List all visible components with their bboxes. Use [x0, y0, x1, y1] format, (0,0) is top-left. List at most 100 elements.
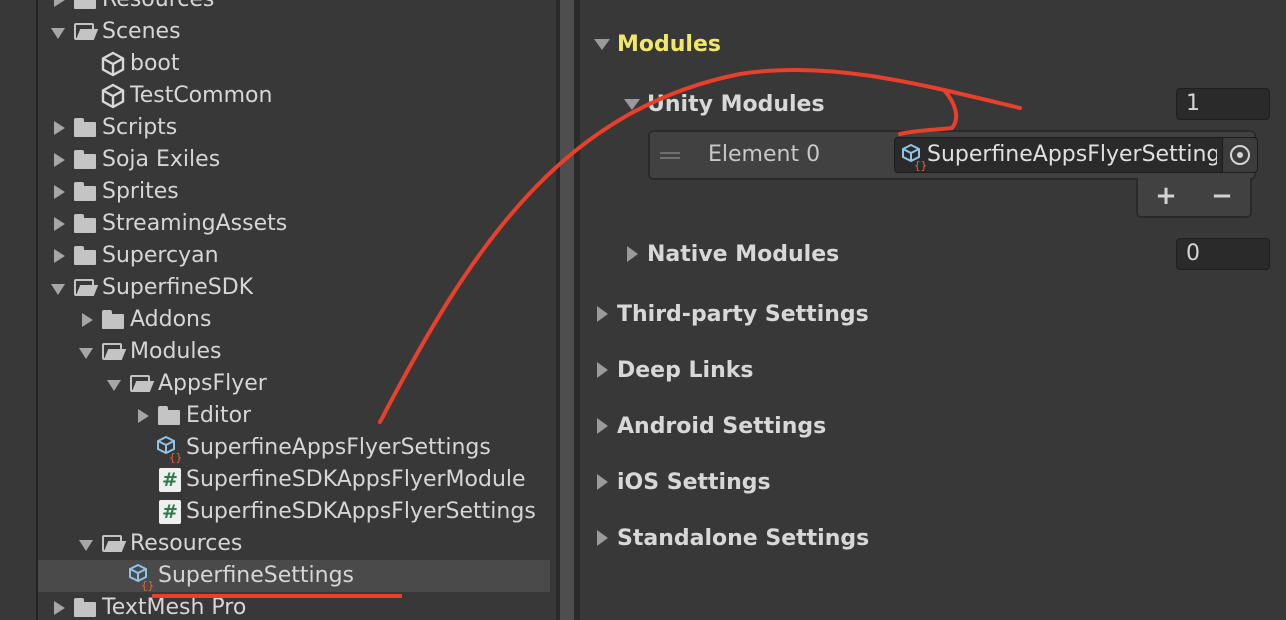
tree-item-boot[interactable]: boot [38, 48, 550, 80]
standalone-settings-label: Standalone Settings [617, 525, 870, 551]
tree-item-label: SuperfineAppsFlyerSettings [186, 435, 491, 460]
native-modules-size-field[interactable]: 0 [1176, 238, 1270, 270]
collapsed-arrow-icon [594, 408, 612, 444]
expanded-arrow-icon[interactable] [48, 16, 72, 48]
expanded-arrow-icon[interactable] [48, 272, 72, 304]
folder-closed-icon [72, 240, 100, 272]
expanded-arrow-icon [594, 26, 612, 62]
collapsed-arrow-icon [594, 352, 612, 388]
tree-item-label: SuperfineSDK [102, 275, 254, 300]
panel-divider [578, 0, 580, 620]
tree-item-superfinesettings[interactable]: {} SuperfineSettings [38, 560, 550, 592]
deep-links-label: Deep Links [617, 357, 754, 383]
element-0-value: SuperfineAppsFlyerSettings [927, 142, 1217, 167]
scriptable-object-icon: {} [128, 560, 156, 592]
collapsed-arrow-icon[interactable] [132, 400, 156, 432]
add-element-button[interactable]: + [1138, 178, 1194, 216]
collapsed-arrow-icon[interactable] [48, 176, 72, 208]
tree-indent [38, 336, 100, 368]
expanded-arrow-icon[interactable] [76, 528, 100, 560]
tree-item-superfinesdkappsflyersettings[interactable]: SuperfineSDKAppsFlyerSettings [38, 496, 550, 528]
tree-item-soja-exiles[interactable]: Soja Exiles [38, 144, 550, 176]
tree-item-superfinesdk[interactable]: SuperfineSDK [38, 272, 550, 304]
expanded-arrow-icon[interactable] [104, 368, 128, 400]
deep-links-foldout[interactable]: Deep Links [594, 352, 753, 388]
collapsed-arrow-icon[interactable] [48, 208, 72, 240]
element-0-label: Element 0 [708, 142, 821, 167]
tree-item-label: StreamingAssets [102, 211, 288, 236]
expanded-arrow-icon[interactable] [76, 336, 100, 368]
folder-closed-icon [100, 304, 128, 336]
project-panel: Resources Scenes boot TestCommon Scripts Soja… [0, 0, 556, 620]
object-picker-icon[interactable] [1222, 138, 1257, 172]
tree-item-label: AppsFlyer [158, 371, 267, 396]
unity-modules-list: Element 0 {} SuperfineAppsFlyerSettings [648, 130, 1258, 180]
collapsed-arrow-icon [594, 464, 612, 500]
folder-open-icon [100, 336, 128, 368]
android-settings-label: Android Settings [617, 413, 827, 439]
remove-element-button[interactable]: − [1194, 178, 1250, 216]
collapsed-arrow-icon[interactable] [76, 304, 100, 336]
vertical-scrollbar[interactable] [556, 0, 578, 620]
tree-item-superfineappsflyersettings[interactable]: {} SuperfineAppsFlyerSettings [38, 432, 550, 464]
collapsed-arrow-icon[interactable] [48, 240, 72, 272]
folder-open-icon [72, 272, 100, 304]
android-settings-foldout[interactable]: Android Settings [594, 408, 826, 444]
scriptable-object-icon: {} [901, 140, 927, 172]
unity-modules-size-field[interactable]: 1 [1176, 88, 1270, 120]
svg-text:{}: {} [914, 159, 927, 171]
modules-foldout[interactable]: Modules [594, 26, 721, 62]
tree-item-label: Sprites [102, 179, 179, 204]
modules-label: Modules [617, 31, 721, 57]
annotation-underline [152, 594, 402, 598]
inspector-panel: Modules Unity Modules 1 Element 0 {} Sup… [578, 0, 1286, 620]
collapsed-arrow-icon[interactable] [48, 112, 72, 144]
tree-item-scripts[interactable]: Scripts [38, 112, 550, 144]
tree-item-supercyan[interactable]: Supercyan [38, 240, 550, 272]
csharp-script-icon [156, 496, 184, 528]
tree-item-scenes[interactable]: Scenes [38, 16, 550, 48]
tree-item-editor[interactable]: Editor [38, 400, 550, 432]
tree-item-testcommon[interactable]: TestCommon [38, 80, 550, 112]
svg-text:{}: {} [169, 451, 182, 463]
native-modules-foldout[interactable]: Native Modules [624, 236, 839, 272]
folder-closed-icon [156, 400, 184, 432]
tree-item-sprites[interactable]: Sprites [38, 176, 550, 208]
tree-item-resources-2[interactable]: Resources [38, 528, 550, 560]
folder-closed-icon [72, 208, 100, 240]
scriptable-object-icon: {} [156, 432, 184, 464]
unity-modules-foldout[interactable]: Unity Modules [624, 86, 825, 122]
tree-item-superfinesdkappsflyermodule[interactable]: SuperfineSDKAppsFlyerModule [38, 464, 550, 496]
tree-indent [38, 176, 72, 208]
folder-closed-icon [72, 592, 100, 620]
collapsed-arrow-icon [624, 236, 642, 272]
element-0-object-field[interactable]: {} SuperfineAppsFlyerSettings [894, 137, 1258, 173]
tree-indent [38, 0, 72, 16]
tree-item-modules[interactable]: Modules [38, 336, 550, 368]
collapsed-arrow-icon[interactable] [48, 0, 72, 16]
tree-indent [38, 368, 128, 400]
csharp-script-icon [156, 464, 184, 496]
tree-item-label: SuperfineSettings [158, 563, 355, 588]
tree-item-streamingassets[interactable]: StreamingAssets [38, 208, 550, 240]
tree-item-label: boot [130, 51, 180, 76]
drag-handle-icon[interactable] [660, 152, 680, 159]
third-party-settings-foldout[interactable]: Third-party Settings [594, 296, 869, 332]
native-modules-label: Native Modules [647, 241, 840, 267]
standalone-settings-foldout[interactable]: Standalone Settings [594, 520, 869, 556]
folder-closed-icon [72, 112, 100, 144]
folder-closed-icon [72, 0, 100, 16]
tree-item-resources[interactable]: Resources [38, 0, 550, 16]
collapsed-arrow-icon[interactable] [48, 592, 72, 620]
folder-closed-icon [72, 176, 100, 208]
collapsed-arrow-icon[interactable] [48, 144, 72, 176]
ios-settings-label: iOS Settings [617, 469, 771, 495]
tree-item-appsflyer[interactable]: AppsFlyer [38, 368, 550, 400]
ios-settings-foldout[interactable]: iOS Settings [594, 464, 771, 500]
tree-item-addons[interactable]: Addons [38, 304, 550, 336]
